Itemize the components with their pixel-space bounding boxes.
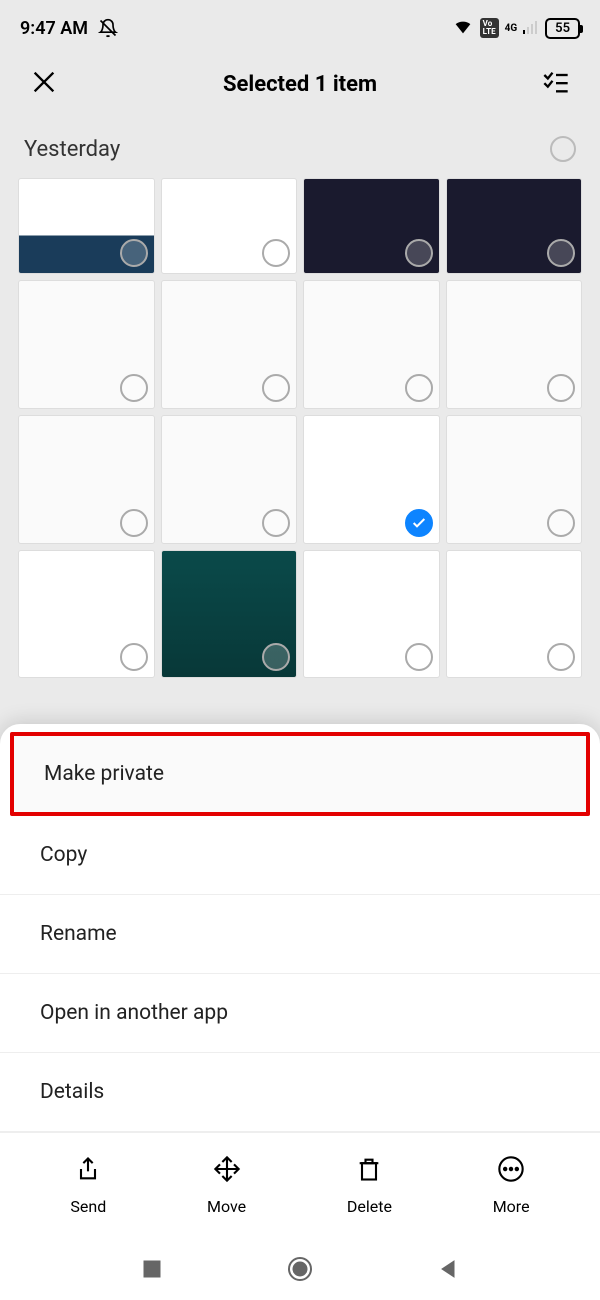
selection-circle[interactable] — [120, 239, 148, 267]
selection-circle[interactable] — [547, 374, 575, 402]
selection-circle[interactable] — [262, 643, 290, 671]
thumbnail-grid — [0, 178, 600, 678]
thumbnail[interactable] — [18, 415, 155, 544]
menu-item-make-private[interactable]: Make private — [10, 732, 590, 816]
action-move[interactable]: Move — [207, 1155, 246, 1216]
dnd-icon — [98, 18, 118, 38]
delete-icon — [355, 1155, 383, 1187]
bottom-sheet: Make privateCopyRenameOpen in another ap… — [0, 724, 600, 1300]
selection-circle[interactable] — [120, 374, 148, 402]
action-label: More — [493, 1197, 530, 1216]
menu-item-copy[interactable]: Copy — [0, 816, 600, 895]
thumbnail[interactable] — [18, 178, 155, 274]
thumbnail[interactable] — [161, 550, 298, 679]
thumbnail[interactable] — [161, 415, 298, 544]
selection-circle[interactable] — [120, 509, 148, 537]
thumbnail[interactable] — [161, 178, 298, 274]
selection-circle[interactable] — [405, 643, 433, 671]
selection-circle[interactable] — [405, 374, 433, 402]
action-delete[interactable]: Delete — [347, 1155, 392, 1216]
network-label: 4G — [505, 23, 518, 34]
menu-item-rename[interactable]: Rename — [0, 895, 600, 974]
action-row: Send Move Delete More — [0, 1132, 600, 1238]
close-icon[interactable] — [30, 68, 58, 100]
select-all-icon[interactable] — [542, 68, 570, 100]
action-label: Delete — [347, 1197, 392, 1216]
volte-icon: Vo LTE — [480, 18, 499, 38]
thumbnail[interactable] — [446, 550, 583, 679]
menu-item-open-in-another-app[interactable]: Open in another app — [0, 974, 600, 1053]
app-bar: Selected 1 item — [0, 48, 600, 124]
send-icon — [74, 1155, 102, 1187]
action-label: Send — [70, 1197, 106, 1216]
selection-circle[interactable] — [405, 509, 433, 537]
menu-item-details[interactable]: Details — [0, 1053, 600, 1132]
status-time: 9:47 AM — [20, 18, 88, 39]
back-button[interactable] — [438, 1259, 458, 1283]
home-button[interactable] — [287, 1256, 313, 1286]
action-send[interactable]: Send — [70, 1155, 106, 1216]
thumbnail[interactable] — [303, 415, 440, 544]
selection-circle[interactable] — [547, 239, 575, 267]
wifi-icon — [452, 15, 474, 42]
selection-circle[interactable] — [547, 643, 575, 671]
thumbnail[interactable] — [446, 415, 583, 544]
selection-circle[interactable] — [405, 239, 433, 267]
thumbnail[interactable] — [303, 178, 440, 274]
recent-apps-button[interactable] — [142, 1259, 162, 1283]
system-nav-bar — [0, 1238, 600, 1300]
thumbnail[interactable] — [303, 280, 440, 409]
selection-circle[interactable] — [262, 509, 290, 537]
thumbnail[interactable] — [446, 280, 583, 409]
thumbnail[interactable] — [161, 280, 298, 409]
action-label: Move — [207, 1197, 246, 1216]
selection-circle[interactable] — [547, 509, 575, 537]
selection-circle[interactable] — [262, 239, 290, 267]
thumbnail[interactable] — [18, 550, 155, 679]
section-title: Yesterday — [24, 137, 120, 162]
thumbnail[interactable] — [303, 550, 440, 679]
more-icon — [497, 1155, 525, 1187]
action-more[interactable]: More — [493, 1155, 530, 1216]
battery-indicator: 55 — [545, 18, 580, 39]
thumbnail[interactable] — [446, 178, 583, 274]
move-icon — [213, 1155, 241, 1187]
selection-circle[interactable] — [262, 374, 290, 402]
status-bar: 9:47 AM Vo LTE 4G 55 — [0, 0, 600, 48]
section-header: Yesterday — [0, 124, 600, 178]
thumbnail[interactable] — [18, 280, 155, 409]
selection-circle[interactable] — [120, 643, 148, 671]
section-select-circle[interactable] — [550, 136, 576, 162]
signal-icon — [523, 18, 539, 39]
page-title: Selected 1 item — [58, 72, 542, 97]
